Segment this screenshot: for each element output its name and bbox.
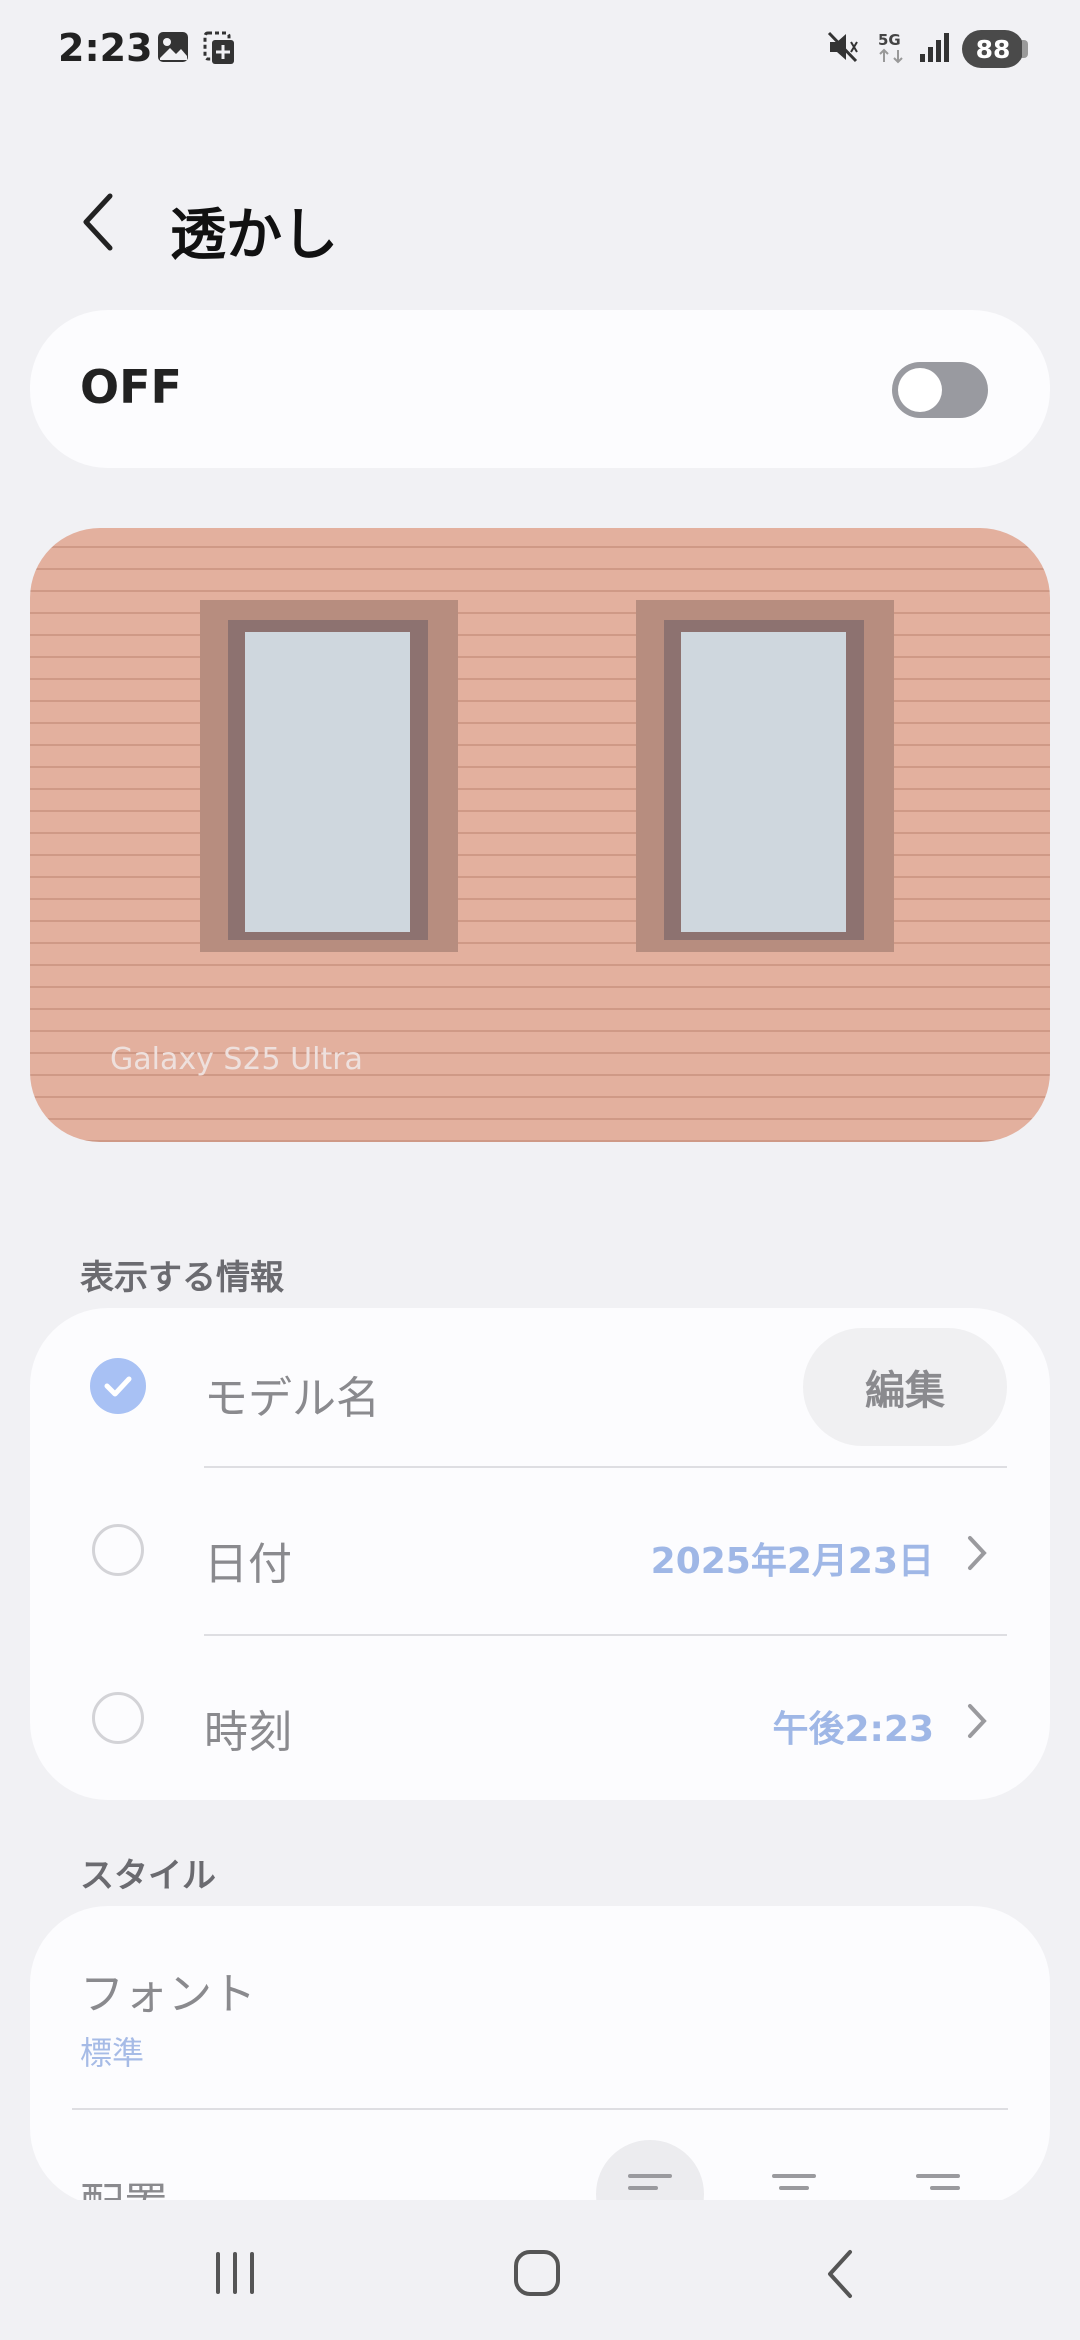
chevron-right-icon[interactable] bbox=[966, 1702, 988, 1740]
navigation-bar bbox=[0, 2200, 1080, 2340]
back-icon[interactable] bbox=[78, 190, 118, 254]
status-time: 2:23 bbox=[58, 26, 153, 70]
font-value[interactable]: 標準 bbox=[80, 2028, 144, 2074]
chevron-right-icon[interactable] bbox=[966, 1534, 988, 1572]
align-center-icon[interactable] bbox=[772, 2172, 816, 2198]
mute-icon bbox=[827, 31, 858, 63]
preview-image: Galaxy S25 Ultra bbox=[30, 528, 1050, 1142]
date-label[interactable]: 日付 bbox=[204, 1528, 292, 1592]
font-label[interactable]: フォント bbox=[80, 1958, 256, 2022]
time-label[interactable]: 時刻 bbox=[204, 1696, 292, 1760]
window-left-glass bbox=[245, 632, 410, 932]
screenshot-icon bbox=[203, 31, 234, 64]
watermark-preview-text: Galaxy S25 Ultra bbox=[110, 1042, 363, 1077]
date-checkbox[interactable] bbox=[92, 1524, 144, 1576]
network-label: 5G bbox=[878, 31, 901, 49]
toggle-label: OFF bbox=[80, 360, 182, 414]
info-section-title: 表示する情報 bbox=[80, 1258, 284, 1298]
check-icon bbox=[104, 1376, 132, 1397]
time-value[interactable]: 午後2:23 bbox=[772, 1700, 934, 1752]
align-left-icon[interactable] bbox=[628, 2172, 672, 2198]
home-icon[interactable] bbox=[512, 2248, 562, 2298]
style-section-title: スタイル bbox=[80, 1856, 216, 1896]
nav-back-icon[interactable] bbox=[822, 2248, 858, 2300]
align-right-icon[interactable] bbox=[916, 2172, 960, 2198]
model-name-checkbox[interactable] bbox=[90, 1358, 146, 1414]
divider bbox=[204, 1466, 1007, 1468]
style-card bbox=[30, 1906, 1050, 2206]
battery-level: 88 bbox=[975, 34, 1011, 64]
time-checkbox[interactable] bbox=[92, 1692, 144, 1744]
master-toggle-switch[interactable] bbox=[892, 362, 988, 418]
battery-icon: 88 bbox=[962, 30, 1028, 68]
signal-icon bbox=[920, 33, 949, 62]
recent-apps-icon[interactable] bbox=[212, 2250, 258, 2296]
gallery-icon bbox=[158, 32, 188, 62]
edit-model-name-button[interactable]: 編集 bbox=[803, 1328, 1007, 1446]
date-value[interactable]: 2025年2月23日 bbox=[651, 1532, 934, 1584]
network-5g-icon: 5G bbox=[878, 31, 903, 64]
page-title: 透かし bbox=[170, 203, 338, 268]
model-name-label[interactable]: モデル名 bbox=[204, 1362, 380, 1426]
toggle-thumb bbox=[898, 368, 942, 412]
window-right-glass bbox=[681, 632, 846, 932]
divider bbox=[72, 2108, 1008, 2110]
divider bbox=[204, 1634, 1007, 1636]
